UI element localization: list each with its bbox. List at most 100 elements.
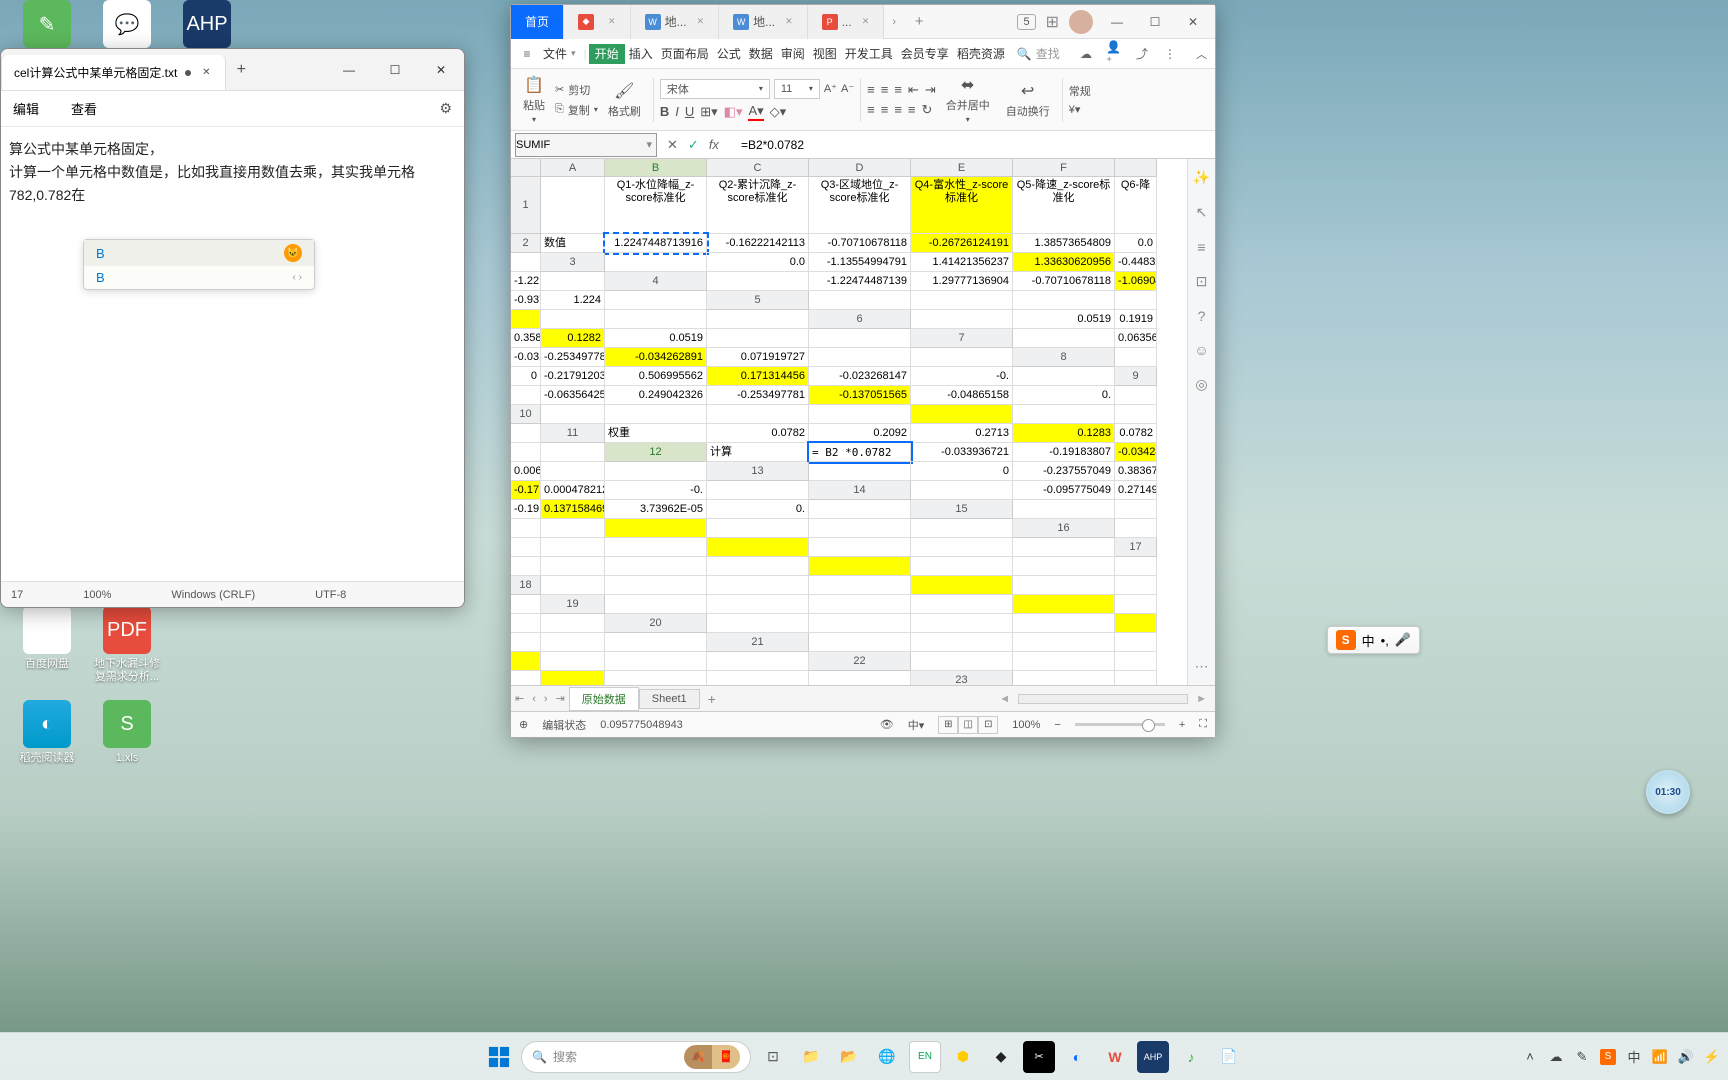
copy-button[interactable]: ⎘复制▾ (555, 102, 598, 118)
cell[interactable]: 权重 (605, 424, 707, 443)
edge-icon[interactable]: 🌐 (871, 1041, 903, 1073)
column-header[interactable]: A (541, 159, 605, 177)
menu-item[interactable]: 开发工具 (841, 44, 897, 64)
cell[interactable] (605, 253, 707, 272)
cell[interactable]: 0.0 (1115, 234, 1157, 253)
cell[interactable] (809, 671, 911, 685)
column-header[interactable]: B (605, 159, 707, 177)
cell[interactable] (809, 557, 911, 576)
menu-item[interactable]: 稻壳资源 (953, 44, 1009, 64)
clear-format-button[interactable]: ◇▾ (770, 104, 787, 120)
cell[interactable]: 0.1283 (1013, 424, 1115, 443)
cell[interactable] (1013, 557, 1115, 576)
view-break-icon[interactable]: ⊡ (978, 716, 998, 734)
column-header[interactable]: E (911, 159, 1013, 177)
cell[interactable]: 0.0519 (1013, 310, 1115, 329)
cell[interactable] (605, 462, 707, 481)
cell[interactable] (809, 500, 911, 519)
add-sheet-button[interactable]: + (700, 691, 724, 707)
cell[interactable] (707, 310, 809, 329)
cell[interactable] (809, 329, 911, 348)
cell[interactable]: -0.034262891 (605, 348, 707, 367)
cell[interactable] (1115, 595, 1157, 614)
cell[interactable]: -0.033936721 (911, 443, 1013, 462)
cell[interactable] (911, 405, 1013, 424)
cell[interactable] (541, 177, 605, 234)
font-color-button[interactable]: A▾ (748, 103, 763, 121)
search-box[interactable]: 🔍 查找 (1017, 45, 1060, 62)
cell[interactable] (511, 386, 541, 405)
hscrollbar[interactable] (1018, 694, 1188, 704)
cell[interactable]: 0.137158469 (541, 500, 605, 519)
cell[interactable] (809, 538, 911, 557)
cell[interactable] (511, 538, 541, 557)
row-header[interactable]: 11 (541, 424, 605, 443)
mic-icon[interactable]: 🎤 (1395, 632, 1411, 648)
suggest-item[interactable]: B 🐱 (84, 240, 314, 266)
indent-dec-icon[interactable]: ⇤ (908, 82, 919, 98)
indent-inc-icon[interactable]: ⇥ (925, 82, 936, 98)
cell[interactable]: 0.3585 (511, 329, 541, 348)
align-right-icon[interactable]: ≡ (894, 102, 902, 117)
cell[interactable]: 1.224 (541, 291, 605, 310)
minimize-button[interactable]: — (326, 49, 372, 90)
cell[interactable] (541, 671, 605, 685)
cell[interactable] (511, 652, 541, 671)
sync-icon[interactable]: ☁ (1078, 46, 1094, 62)
cell[interactable] (511, 633, 541, 652)
cell[interactable]: -0.04865158 (911, 386, 1013, 405)
row-header[interactable]: 14 (809, 481, 911, 500)
explorer-icon[interactable]: 📁 (795, 1041, 827, 1073)
cell[interactable]: -0.19183807 (511, 500, 541, 519)
cell[interactable] (605, 291, 707, 310)
cell[interactable] (1115, 405, 1157, 424)
cell[interactable]: -0.171448087 (511, 481, 541, 500)
cell[interactable]: 0.000478212 (541, 481, 605, 500)
task-view-icon[interactable]: ⊡ (757, 1041, 789, 1073)
wps-doc-tab[interactable]: ◆✕ (564, 5, 631, 39)
sidepanel-ruler-icon[interactable]: ⊡ (1196, 273, 1208, 290)
cell[interactable] (511, 595, 541, 614)
align-justify-icon[interactable]: ≡ (908, 102, 916, 117)
suggest-nav-icon[interactable]: ‹ › (293, 272, 302, 283)
column-header[interactable]: D (809, 159, 911, 177)
row-header[interactable]: 19 (541, 595, 605, 614)
cell[interactable] (541, 272, 605, 291)
hscroll-right-icon[interactable]: ► (1188, 693, 1215, 705)
close-button[interactable]: ✕ (418, 49, 464, 90)
app-icon-1[interactable]: ⬢ (947, 1041, 979, 1073)
cell[interactable] (541, 405, 605, 424)
cell[interactable]: 0.2092 (809, 424, 911, 443)
cell[interactable] (809, 595, 911, 614)
menu-item[interactable]: 会员专享 (897, 44, 953, 64)
tray-draw-icon[interactable]: ✎ (1574, 1049, 1590, 1065)
tray-sogou-icon[interactable]: S (1600, 1049, 1616, 1065)
cell[interactable] (809, 519, 911, 538)
sidepanel-more-icon[interactable]: ⋯ (1195, 658, 1209, 675)
row-header[interactable]: 8 (1013, 348, 1115, 367)
cell[interactable] (1013, 329, 1115, 348)
cell[interactable] (707, 481, 809, 500)
zoom-out-icon[interactable]: − (1054, 719, 1060, 731)
maximize-button[interactable]: ☐ (1141, 8, 1169, 36)
cell[interactable]: -0. (605, 481, 707, 500)
apps-icon[interactable]: ⊞ (1046, 12, 1059, 32)
cell[interactable]: -0.16222142113 (707, 234, 809, 253)
cell[interactable]: -0.70710678118 (809, 234, 911, 253)
cell[interactable]: 1.38573654809 (1013, 234, 1115, 253)
cell[interactable]: 数值 (541, 234, 605, 253)
desktop-icon[interactable]: S1.xls (92, 700, 162, 765)
increase-font-icon[interactable]: A⁺ (824, 82, 837, 95)
view-page-icon[interactable]: ◫ (958, 716, 978, 734)
cell[interactable]: 0.00611524 (511, 462, 541, 481)
cell[interactable]: 1.41421356237 (911, 253, 1013, 272)
cell[interactable] (605, 576, 707, 595)
cell[interactable]: -0.137051565 (809, 386, 911, 405)
cell[interactable]: 0.1919 (1115, 310, 1157, 329)
cell[interactable]: 0.1282 (541, 329, 605, 348)
menu-item[interactable]: 视图 (809, 44, 841, 64)
desktop-icon[interactable]: ✎ (12, 0, 82, 52)
cell[interactable] (511, 519, 541, 538)
reading-mode-icon[interactable]: ⊕ (519, 718, 528, 731)
cell[interactable] (707, 272, 809, 291)
